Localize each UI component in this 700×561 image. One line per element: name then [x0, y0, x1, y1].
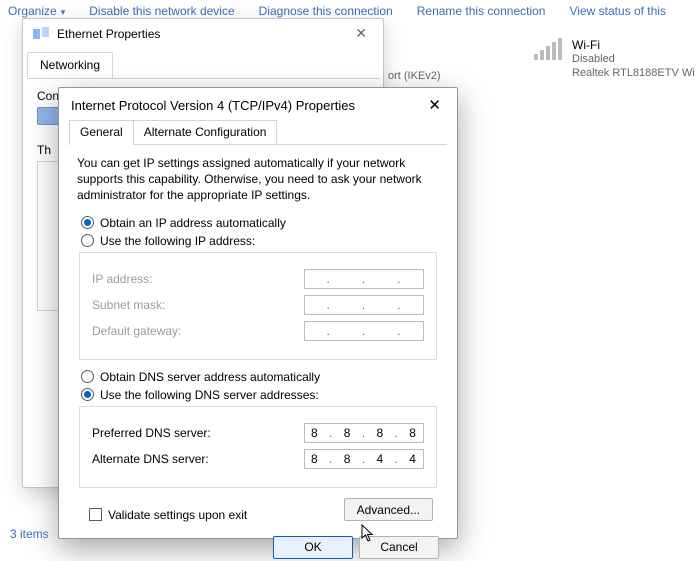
radio-icon [81, 370, 94, 383]
radio-icon [81, 234, 94, 247]
radio-icon [81, 388, 94, 401]
tab-general[interactable]: General [69, 120, 134, 144]
adapter-icon [37, 107, 59, 125]
diagnose-link[interactable]: Diagnose this connection [259, 4, 393, 18]
status-bar-item-count: 3 items [0, 523, 59, 545]
radio-dns-auto[interactable]: Obtain DNS server address automatically [81, 370, 439, 384]
close-icon[interactable]: ✕ [349, 25, 373, 42]
tab-networking[interactable]: Networking [27, 52, 113, 78]
ip-fields-group: IP address: ... Subnet mask: ... Default… [79, 252, 437, 360]
ip-address-input: ... [304, 269, 424, 289]
vpn-fragment-text: ort (IKEv2) [388, 70, 441, 82]
preferred-dns-label: Preferred DNS server: [92, 426, 211, 440]
radio-ip-auto-label: Obtain an IP address automatically [100, 216, 286, 230]
radio-icon [81, 216, 94, 229]
ethernet-icon [33, 27, 49, 41]
wifi-signal-icon [534, 38, 562, 60]
ethernet-dialog-title: Ethernet Properties [57, 27, 160, 41]
validate-on-exit-checkbox[interactable]: Validate settings upon exit [89, 508, 247, 522]
view-status-link[interactable]: View status of this [569, 4, 666, 18]
radio-ip-auto[interactable]: Obtain an IP address automatically [81, 216, 439, 230]
default-gateway-label: Default gateway: [92, 324, 181, 338]
alternate-dns-input[interactable]: 8. 8. 4. 4 [304, 449, 424, 469]
cancel-button[interactable]: Cancel [359, 536, 439, 559]
radio-dns-manual[interactable]: Use the following DNS server addresses: [81, 388, 439, 402]
subnet-mask-label: Subnet mask: [92, 298, 165, 312]
radio-ip-manual-label: Use the following IP address: [100, 234, 255, 248]
advanced-button[interactable]: Advanced... [344, 498, 433, 521]
tab-alternate-configuration[interactable]: Alternate Configuration [133, 120, 278, 144]
validate-on-exit-label: Validate settings upon exit [108, 508, 247, 522]
ok-button[interactable]: OK [273, 536, 353, 559]
organize-menu[interactable]: Organize [8, 4, 65, 18]
ip-address-label: IP address: [92, 272, 152, 286]
wifi-adapter: Realtek RTL8188ETV Wi [572, 67, 695, 81]
subnet-mask-input: ... [304, 295, 424, 315]
rename-link[interactable]: Rename this connection [417, 4, 546, 18]
preferred-dns-input[interactable]: 8. 8. 8. 8 [304, 423, 424, 443]
wifi-adapter-tile[interactable]: Wi-Fi Disabled Realtek RTL8188ETV Wi [534, 38, 695, 81]
radio-dns-manual-label: Use the following DNS server addresses: [100, 388, 319, 402]
ipv4-description: You can get IP settings assigned automat… [77, 155, 439, 204]
wifi-name: Wi-Fi [572, 38, 695, 53]
ipv4-dialog-title: Internet Protocol Version 4 (TCP/IPv4) P… [71, 98, 355, 113]
checkbox-icon [89, 508, 102, 521]
default-gateway-input: ... [304, 321, 424, 341]
close-icon[interactable]: ✕ [424, 96, 445, 114]
alternate-dns-label: Alternate DNS server: [92, 452, 209, 466]
ipv4-properties-dialog: Internet Protocol Version 4 (TCP/IPv4) P… [58, 87, 458, 539]
radio-ip-manual[interactable]: Use the following IP address: [81, 234, 439, 248]
wifi-state: Disabled [572, 53, 695, 67]
radio-dns-auto-label: Obtain DNS server address automatically [100, 370, 320, 384]
dns-fields-group: Preferred DNS server: 8. 8. 8. 8 Alterna… [79, 406, 437, 488]
disable-device-link[interactable]: Disable this network device [89, 4, 234, 18]
